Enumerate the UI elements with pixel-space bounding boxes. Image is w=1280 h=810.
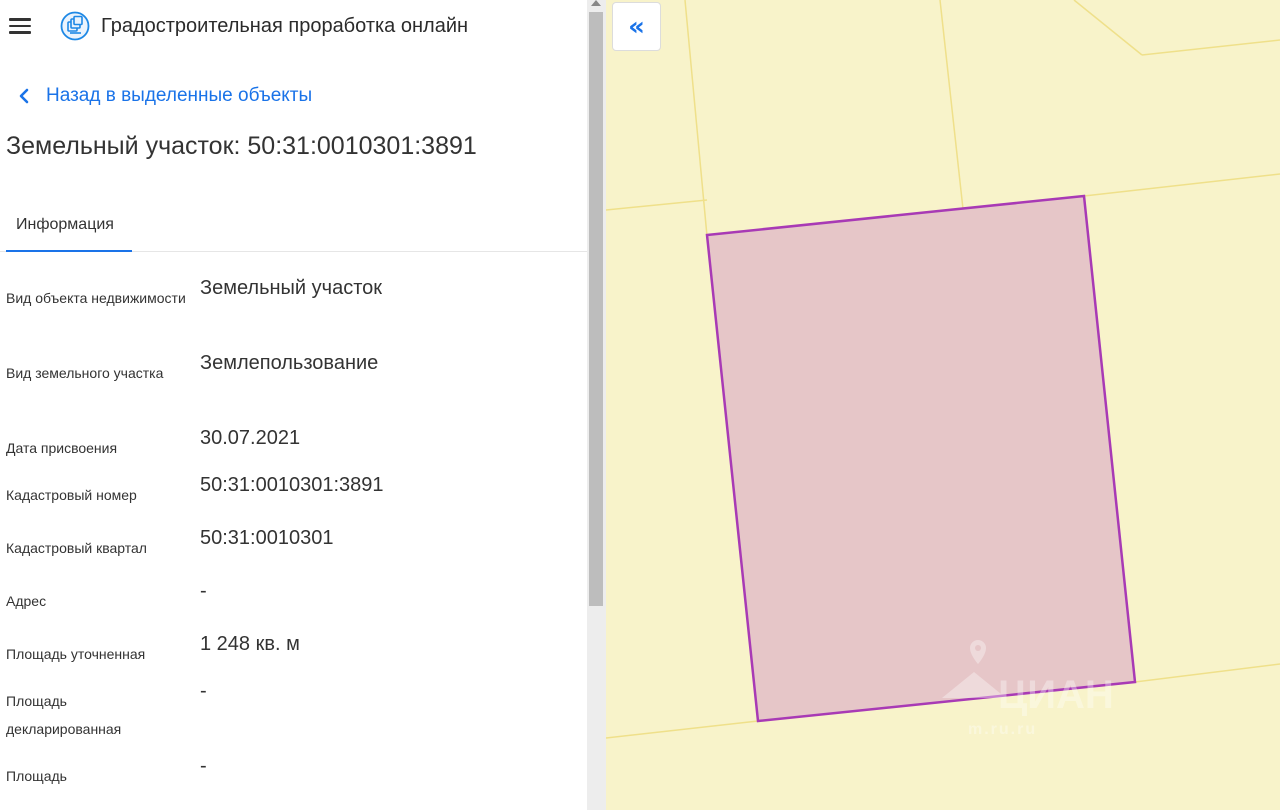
map-canvas[interactable]: ЦИАН m.ru.ru (606, 0, 1280, 810)
property-value: - (200, 680, 207, 702)
property-label: Площадь декларированная (6, 693, 122, 737)
layers-logo-icon (60, 11, 90, 41)
scrollbar-thumb[interactable] (589, 12, 603, 606)
property-label: Дата присвоения (6, 440, 118, 456)
collapse-panel-button[interactable]: « (612, 2, 661, 51)
watermark-text: ЦИАН (998, 673, 1114, 717)
watermark-subtext: m.ru.ru (968, 721, 1037, 738)
tab-bar: Информация (0, 200, 587, 252)
double-chevron-left-icon: « (628, 11, 645, 42)
panel-scrollbar[interactable] (587, 0, 606, 810)
property-label: Адрес (6, 593, 47, 609)
app-title: Градостроительная проработка онлайн (101, 15, 469, 37)
property-value: 50:31:0010301:3891 (200, 474, 384, 496)
hamburger-menu-icon[interactable] (9, 15, 33, 35)
property-label: Вид земельного участка (6, 365, 164, 381)
property-value: - (200, 580, 207, 602)
map-view[interactable]: ЦИАН m.ru.ru « (606, 0, 1280, 810)
property-label: Площадь уточненная (6, 646, 146, 662)
back-link-label: Назад в выделенные объекты (46, 85, 313, 106)
object-title: Земельный участок: 50:31:0010301:3891 (6, 132, 477, 160)
back-to-selected-link[interactable]: Назад в выделенные объекты (12, 84, 312, 108)
property-value: 1 248 кв. м (200, 633, 300, 655)
property-label: Площадь (6, 768, 67, 784)
property-value: Землепользование (200, 352, 379, 374)
tab-information-label: Информация (16, 216, 114, 233)
selected-land-plot[interactable] (705, 194, 1137, 723)
scroll-up-arrow-icon[interactable] (591, 0, 601, 6)
object-info-panel: Градостроительная проработка онлайн Наза… (0, 0, 587, 810)
property-label: Кадастровый квартал (6, 540, 147, 556)
chevron-left-icon (19, 88, 29, 104)
property-value: 30.07.2021 (200, 427, 301, 449)
property-value: Земельный участок (200, 277, 383, 299)
property-label: Вид объекта недвижимости (6, 290, 186, 306)
property-label: Кадастровый номер (6, 487, 137, 503)
property-value: 50:31:0010301 (200, 527, 334, 549)
tab-information[interactable]: Информация (6, 200, 132, 252)
property-value: - (200, 755, 207, 777)
app-header: Градостроительная проработка онлайн (0, 0, 587, 52)
